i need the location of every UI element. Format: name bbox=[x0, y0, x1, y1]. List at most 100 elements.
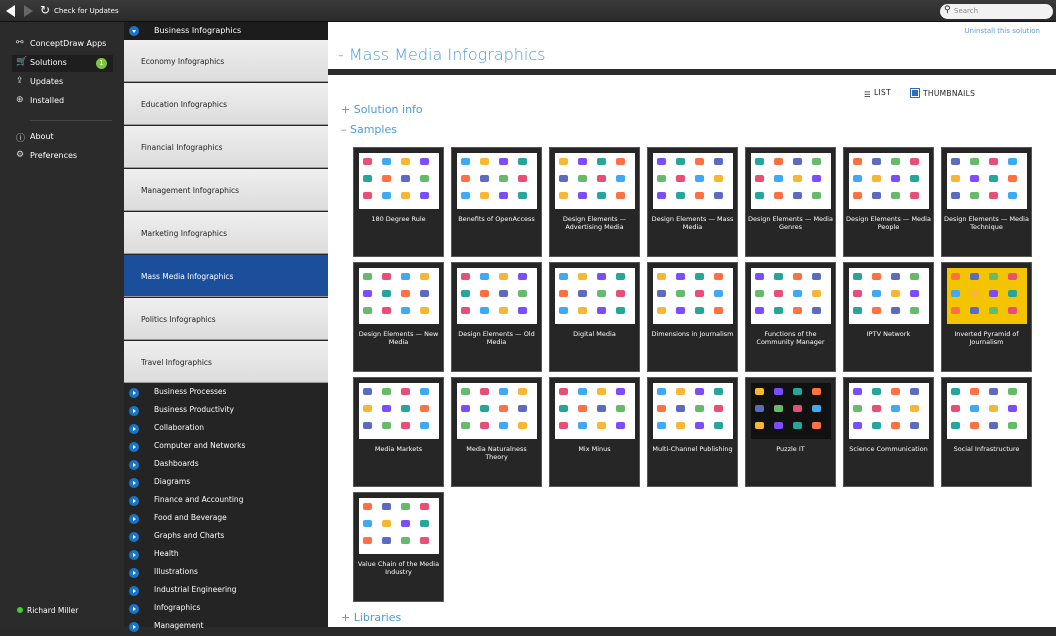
sample-thumbnail bbox=[947, 268, 1027, 324]
expand-icon bbox=[129, 586, 139, 596]
category-item[interactable]: Industrial Engineering bbox=[124, 582, 328, 600]
expand-icon bbox=[129, 460, 139, 470]
category-item[interactable]: Infographics bbox=[124, 600, 328, 618]
solution-item[interactable]: Economy Infographics bbox=[124, 40, 328, 82]
sample-card[interactable]: Media Naturalness Theory bbox=[451, 377, 542, 487]
sample-thumbnail bbox=[555, 268, 635, 324]
refresh-icon[interactable]: ↻ bbox=[40, 4, 50, 17]
sample-card[interactable]: Social Infrastructure bbox=[941, 377, 1032, 487]
sample-thumbnail bbox=[849, 153, 929, 209]
sample-thumbnail bbox=[359, 268, 439, 324]
category-item[interactable]: Business Processes bbox=[124, 384, 328, 402]
solution-item[interactable]: Financial Infographics bbox=[124, 126, 328, 168]
category-item[interactable]: Computer and Networks bbox=[124, 438, 328, 456]
search-input[interactable]: ⚲ Search bbox=[940, 4, 1053, 19]
sample-thumbnail bbox=[653, 153, 733, 209]
sidebar-item-updates[interactable]: ⇪ Updates bbox=[12, 74, 113, 91]
category-item[interactable]: Business Productivity bbox=[124, 402, 328, 420]
solution-item[interactable]: Marketing Infographics bbox=[124, 212, 328, 254]
sample-card[interactable]: Science Communication bbox=[843, 377, 934, 487]
sample-card[interactable]: IPTV Network bbox=[843, 262, 934, 372]
back-icon[interactable] bbox=[6, 5, 15, 17]
sample-card[interactable]: Design Elements — Advertising Media bbox=[549, 147, 640, 257]
solution-info-toggle[interactable]: + Solution info bbox=[341, 103, 423, 116]
solution-item[interactable]: Education Infographics bbox=[124, 83, 328, 125]
badge: 1 bbox=[96, 58, 107, 69]
solution-item[interactable]: Politics Infographics bbox=[124, 298, 328, 340]
toolbar: ↻ Check for Updates ⚲ Search bbox=[0, 0, 1056, 22]
sample-card[interactable]: Design Elements — Media Genres bbox=[745, 147, 836, 257]
solution-item[interactable]: Mass Media Infographics bbox=[124, 255, 328, 297]
sidebar: ⚯ ConceptDraw Apps 🛒 Solutions 1 ⇪ Updates ⊕… bbox=[0, 22, 124, 627]
category-item[interactable]: Finance and Accounting bbox=[124, 492, 328, 510]
sample-label: Design Elements — New Media bbox=[358, 330, 439, 346]
libraries-toggle[interactable]: + Libraries bbox=[341, 611, 401, 624]
sample-thumbnail bbox=[359, 153, 439, 209]
sample-card[interactable]: Puzzle IT bbox=[745, 377, 836, 487]
category-item[interactable]: Collaboration bbox=[124, 420, 328, 438]
sample-label: Functions of the Community Manager bbox=[756, 330, 825, 346]
user-status[interactable]: Richard Miller bbox=[17, 606, 78, 615]
sample-label: Multi-Channel Publishing bbox=[652, 445, 733, 453]
sample-label: Media Markets bbox=[374, 445, 423, 453]
expand-icon bbox=[129, 478, 139, 488]
sample-thumbnail bbox=[555, 153, 635, 209]
category-item[interactable]: Graphs and Charts bbox=[124, 528, 328, 546]
uninstall-link[interactable]: Uninstall this solution bbox=[965, 27, 1040, 35]
category-item[interactable]: Health bbox=[124, 546, 328, 564]
sample-card[interactable]: Inverted Pyramid of Journalism bbox=[941, 262, 1032, 372]
list-view-button[interactable]: ☰ LIST bbox=[864, 88, 891, 99]
category-item[interactable]: Dashboards bbox=[124, 456, 328, 474]
sample-card[interactable]: Design Elements — Media People bbox=[843, 147, 934, 257]
sidebar-item-installed[interactable]: ⊕ Installed bbox=[12, 93, 113, 110]
sample-label: Mix Minus bbox=[578, 445, 611, 453]
check-updates-button[interactable]: Check for Updates bbox=[54, 7, 119, 15]
category-item[interactable]: Management bbox=[124, 618, 328, 636]
samples-toggle[interactable]: – Samples bbox=[341, 123, 397, 136]
info-icon: ⓘ bbox=[16, 134, 26, 144]
sample-card[interactable]: Digital Media bbox=[549, 262, 640, 372]
sample-thumbnail bbox=[751, 383, 831, 439]
expand-icon bbox=[129, 424, 139, 434]
sample-label: Benefits of OpenAccess bbox=[458, 215, 535, 223]
category-item[interactable]: Food and Beverage bbox=[124, 510, 328, 528]
expand-icon bbox=[129, 442, 139, 452]
sidebar-item-apps[interactable]: ⚯ ConceptDraw Apps bbox=[12, 36, 113, 53]
sample-card[interactable]: Functions of the Community Manager bbox=[745, 262, 836, 372]
sample-card[interactable]: Design Elements — New Media bbox=[353, 262, 444, 372]
sample-label: Inverted Pyramid of Journalism bbox=[954, 330, 1019, 346]
sample-thumbnail bbox=[751, 268, 831, 324]
sample-thumbnail bbox=[457, 383, 537, 439]
forward-icon[interactable] bbox=[24, 5, 33, 17]
sample-card[interactable]: Design Elements — Mass Media bbox=[647, 147, 738, 257]
sample-card[interactable]: Benefits of OpenAccess bbox=[451, 147, 542, 257]
sample-card[interactable]: Mix Minus bbox=[549, 377, 640, 487]
sample-thumbnail bbox=[849, 268, 929, 324]
sample-card[interactable]: Dimensions in Journalism bbox=[647, 262, 738, 372]
sample-thumbnail bbox=[653, 383, 733, 439]
category-item[interactable]: Diagrams bbox=[124, 474, 328, 492]
sample-thumbnail bbox=[457, 153, 537, 209]
group-header-business-infographics[interactable]: Business Infographics bbox=[124, 22, 328, 40]
sidebar-item-solutions[interactable]: 🛒 Solutions 1 bbox=[12, 55, 113, 72]
sidebar-item-about[interactable]: ⓘ About bbox=[12, 129, 113, 146]
sample-card[interactable]: Design Elements — Media Technique bbox=[941, 147, 1032, 257]
expand-icon bbox=[129, 568, 139, 578]
chevron-down-icon bbox=[129, 26, 139, 36]
sample-label: Design Elements — Advertising Media bbox=[562, 215, 627, 231]
grid-icon bbox=[910, 88, 920, 98]
sample-card[interactable]: 180 Degree Rule bbox=[353, 147, 444, 257]
divider bbox=[30, 120, 112, 121]
solution-item[interactable]: Management Infographics bbox=[124, 169, 328, 211]
sample-card[interactable]: Design Elements — Old Media bbox=[451, 262, 542, 372]
sample-card[interactable]: Value Chain of the Media Industry bbox=[353, 492, 444, 602]
category-item[interactable]: Illustrations bbox=[124, 564, 328, 582]
divider bbox=[328, 69, 1056, 75]
solution-item[interactable]: Travel Infographics bbox=[124, 341, 328, 383]
sample-card[interactable]: Media Markets bbox=[353, 377, 444, 487]
sample-label: Design Elements — Media People bbox=[846, 215, 931, 231]
sample-label: Digital Media bbox=[573, 330, 616, 338]
sidebar-item-preferences[interactable]: ⚙ Preferences bbox=[12, 148, 113, 165]
sample-card[interactable]: Multi-Channel Publishing bbox=[647, 377, 738, 487]
thumbnails-view-button[interactable]: THUMBNAILS bbox=[910, 88, 975, 98]
